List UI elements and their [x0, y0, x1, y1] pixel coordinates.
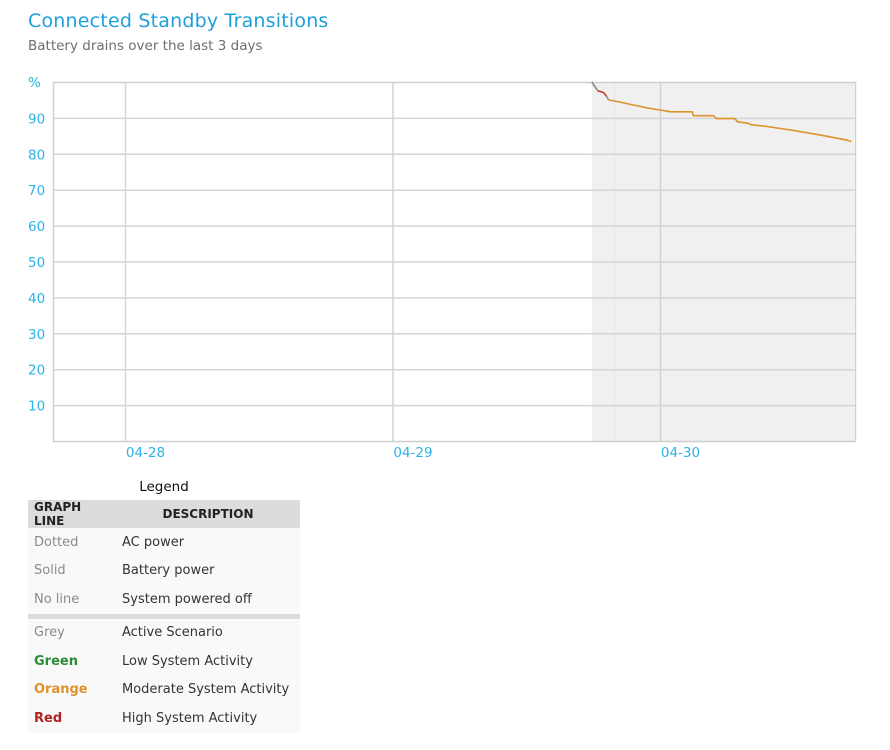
legend-header-graph-line: GRAPH LINE	[28, 500, 116, 528]
legend-header-row: GRAPH LINE DESCRIPTION	[28, 500, 300, 528]
legend-key-grey: Grey	[34, 625, 65, 641]
legend-desc: System powered off	[122, 591, 252, 607]
y-tick-label: 20	[28, 363, 45, 379]
legend: Legend GRAPH LINE DESCRIPTION Dotted AC …	[28, 476, 300, 733]
legend-desc: Active Scenario	[122, 625, 223, 641]
legend-row: Orange Moderate System Activity	[28, 676, 300, 705]
y-tick-label: 40	[28, 291, 45, 307]
legend-key-orange: Orange	[34, 682, 88, 698]
legend-key-green: Green	[34, 653, 78, 669]
legend-table: GRAPH LINE DESCRIPTION Dotted AC power S…	[28, 500, 300, 733]
legend-row: Solid Battery power	[28, 557, 300, 586]
y-tick-label: 50	[28, 255, 45, 271]
y-axis-unit: %	[28, 75, 41, 91]
legend-header-description: DESCRIPTION	[116, 500, 300, 528]
legend-row: Green Low System Activity	[28, 647, 300, 676]
legend-row: No line System powered off	[28, 585, 300, 614]
legend-row: Dotted AC power	[28, 528, 300, 557]
x-tick-label: 04-28	[126, 445, 165, 461]
legend-row: Red High System Activity	[28, 704, 300, 733]
x-tick-label: 04-30	[661, 445, 700, 461]
y-tick-label: 10	[28, 399, 45, 415]
legend-key-red: Red	[34, 710, 63, 726]
legend-row: Grey Active Scenario	[28, 619, 300, 648]
y-tick-label: 80	[28, 147, 45, 163]
legend-desc: Battery power	[122, 563, 215, 579]
legend-key: No line	[34, 591, 80, 607]
legend-key: Dotted	[34, 534, 79, 550]
y-tick-label: 70	[28, 183, 45, 199]
y-tick-label: 30	[28, 327, 45, 343]
battery-chart: 10 20 30 40 50 60 70 80 90 04-28 04-29 04-30%	[28, 75, 857, 461]
legend-desc: High System Activity	[122, 710, 258, 726]
legend-desc: Low System Activity	[122, 653, 253, 669]
y-tick-label: 90	[28, 111, 45, 127]
x-tick-label: 04-29	[393, 445, 432, 461]
legend-desc: AC power	[122, 534, 185, 550]
legend-desc: Moderate System Activity	[122, 682, 290, 698]
legend-title: Legend	[139, 479, 189, 495]
y-tick-label: 60	[28, 219, 45, 235]
legend-key: Solid	[34, 563, 66, 579]
